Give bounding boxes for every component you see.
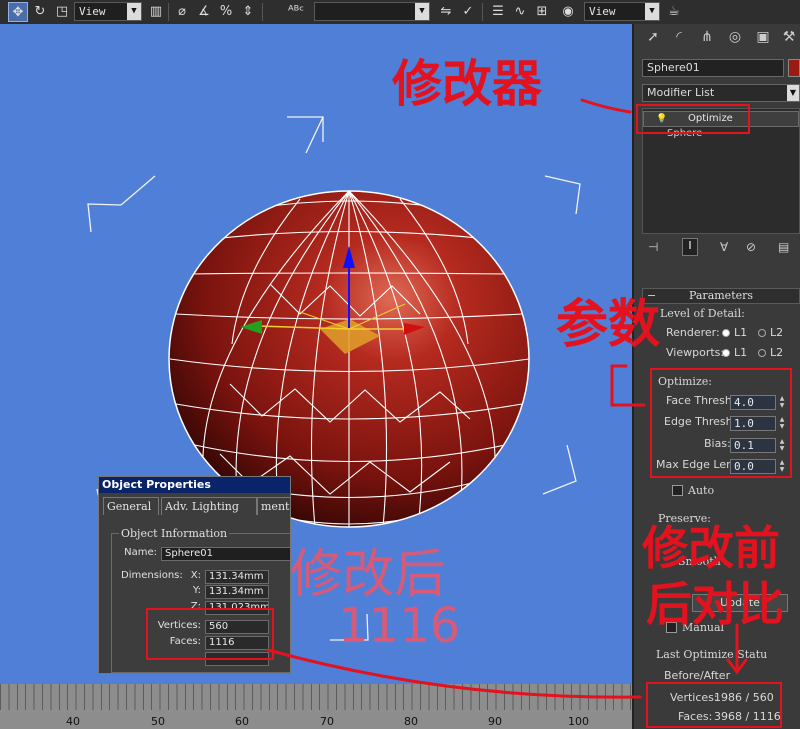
status-highlight-box: [646, 682, 782, 728]
optimize-highlight-box: [636, 104, 750, 134]
annotation-compare-2: 后对比: [646, 577, 784, 631]
annotation-params: 参数: [556, 295, 661, 355]
annotation-modifier: 修改器: [392, 55, 542, 113]
object-info-highlight-box: [146, 608, 274, 660]
annotation-after-count: 1116: [338, 598, 461, 654]
annotation-after: 修改后: [290, 545, 447, 605]
optimize-params-highlight-box: [650, 368, 792, 478]
